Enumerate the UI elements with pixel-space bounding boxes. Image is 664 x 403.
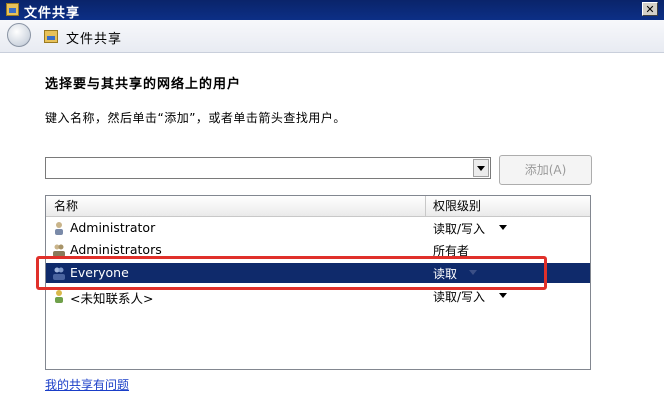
title-bar: 文件共享 ✕: [0, 0, 664, 21]
close-button[interactable]: ✕: [642, 2, 658, 16]
permission-dropdown-icon[interactable]: [469, 270, 477, 275]
nav-title: 文件共享: [66, 32, 123, 47]
page-heading: 选择要与其共享的网络上的用户: [45, 77, 242, 92]
dialog-content: 选择要与其共享的网络上的用户 键入名称，然后单击“添加”，或者单击箭头查找用户。…: [0, 53, 664, 403]
row-name: <未知联系人>: [70, 291, 154, 306]
list-row-administrator[interactable]: Administrator 读取/写入: [46, 218, 590, 238]
user-combobox[interactable]: [45, 157, 491, 179]
row-name: Administrator: [70, 220, 156, 235]
user-icon: [55, 222, 63, 235]
share-folder-icon: [44, 30, 58, 43]
help-link[interactable]: 我的共享有问题: [45, 376, 129, 393]
dropdown-arrow-icon[interactable]: [473, 159, 489, 177]
list-row-administrators[interactable]: Administrators 所有者: [46, 240, 590, 260]
group-icon: [53, 267, 65, 280]
list-row-everyone[interactable]: Everyone 读取: [46, 263, 590, 283]
group-icon: [53, 244, 65, 257]
user-list[interactable]: 名称 权限级别 Administrator 读取/写入 Administrato…: [45, 195, 591, 370]
row-permission[interactable]: 读取: [433, 265, 457, 282]
share-folder-icon: [6, 3, 19, 16]
permission-dropdown-icon[interactable]: [499, 225, 507, 230]
row-permission[interactable]: 读取/写入: [433, 220, 485, 237]
column-header-name[interactable]: 名称: [46, 196, 426, 216]
unknown-contact-icon: [55, 290, 63, 303]
user-name-input[interactable]: [48, 160, 468, 176]
column-header-permission[interactable]: 权限级别: [427, 196, 481, 216]
window-title: 文件共享: [24, 6, 81, 21]
list-header: 名称 权限级别: [46, 196, 590, 217]
navigation-bar: 文件共享: [0, 20, 664, 53]
row-permission: 所有者: [433, 244, 470, 258]
permission-dropdown-icon[interactable]: [499, 293, 507, 298]
list-row-unknown-contact[interactable]: <未知联系人> 读取/写入: [46, 286, 590, 306]
row-permission[interactable]: 读取/写入: [433, 288, 485, 305]
back-button[interactable]: [7, 23, 31, 47]
add-button[interactable]: 添加(A): [499, 155, 592, 185]
instruction-text: 键入名称，然后单击“添加”，或者单击箭头查找用户。: [45, 111, 346, 125]
row-name: Administrators: [70, 242, 162, 257]
row-name: Everyone: [70, 265, 129, 280]
